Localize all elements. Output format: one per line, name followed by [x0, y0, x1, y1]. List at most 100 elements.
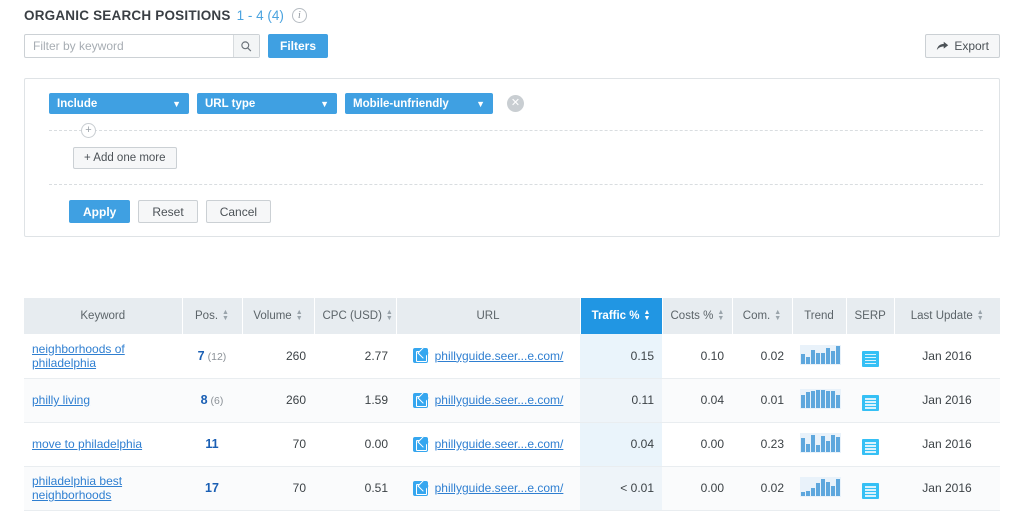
table-row: philadelphia best neighborhoods 17 700.51 p… — [24, 466, 1000, 510]
filter-divider-top — [49, 130, 983, 131]
cancel-button[interactable]: Cancel — [206, 200, 271, 223]
url-cell-wrap: phillyguide.seer...e.com/ — [404, 348, 572, 363]
serp-icon[interactable] — [862, 439, 879, 455]
cell-volume: 260 — [242, 378, 314, 422]
sort-arrows-icon[interactable]: ▲▼ — [717, 310, 724, 322]
column-header-keyword: Keyword — [24, 298, 182, 334]
column-header-trend: Trend — [792, 298, 846, 334]
cell-url: phillyguide.seer...e.com/ — [396, 334, 580, 378]
column-header-label: Keyword — [80, 310, 125, 322]
cell-costs: 0.00 — [662, 422, 732, 466]
result-count: 1 - 4 (4) — [237, 8, 284, 23]
url-link[interactable]: phillyguide.seer...e.com/ — [435, 437, 564, 451]
external-link-icon[interactable] — [413, 481, 428, 496]
filter-actions: Apply Reset Cancel — [69, 200, 271, 223]
column-header-label: Last Update — [911, 310, 973, 322]
column-header-costs[interactable]: Costs %▲▼ — [662, 298, 732, 334]
serp-icon[interactable] — [862, 483, 879, 499]
url-cell-wrap: phillyguide.seer...e.com/ — [404, 393, 572, 408]
url-link[interactable]: phillyguide.seer...e.com/ — [435, 481, 564, 495]
column-header-volume[interactable]: Volume▲▼ — [242, 298, 314, 334]
column-header-label: SERP — [855, 310, 886, 322]
cell-traffic: 0.11 — [580, 378, 662, 422]
table-row: philly living 8(6) 2601.59 phillyguide.seer… — [24, 378, 1000, 422]
trend-sparkline — [800, 477, 841, 497]
external-link-icon[interactable] — [413, 393, 428, 408]
reset-button[interactable]: Reset — [138, 200, 197, 223]
cell-serp — [846, 378, 894, 422]
position-value: 8 — [201, 393, 208, 407]
remove-filter-icon[interactable]: ✕ — [507, 95, 524, 112]
column-header-url: URL — [396, 298, 580, 334]
search-input[interactable] — [25, 35, 233, 57]
chevron-down-icon: ▼ — [172, 99, 181, 109]
panel-header: ORGANIC SEARCH POSITIONS 1 - 4 (4) i — [24, 8, 307, 23]
apply-button[interactable]: Apply — [69, 200, 130, 223]
column-header-updated[interactable]: Last Update ▲▼ — [894, 298, 1000, 334]
sort-arrows-icon[interactable]: ▲▼ — [774, 310, 781, 322]
info-icon[interactable]: i — [292, 8, 307, 23]
cell-last-update: Jan 2016 — [894, 422, 1000, 466]
column-header-com[interactable]: Com.▲▼ — [732, 298, 792, 334]
filters-button[interactable]: Filters — [268, 34, 328, 58]
position-value: 17 — [205, 481, 219, 495]
cell-position: 17 — [182, 466, 242, 510]
cell-cpc: 0.00 — [314, 422, 396, 466]
page-title: ORGANIC SEARCH POSITIONS — [24, 8, 231, 23]
cell-url: phillyguide.seer...e.com/ — [396, 378, 580, 422]
column-header-label: CPC (USD) — [323, 310, 382, 322]
cell-traffic: 0.04 — [580, 422, 662, 466]
column-header-pos[interactable]: Pos.▲▼ — [182, 298, 242, 334]
sort-arrows-icon[interactable]: ▲▼ — [222, 310, 229, 322]
cell-keyword: neighborhoods of philadelphia — [24, 334, 182, 378]
previous-position-value: (6) — [211, 395, 224, 407]
column-header-label: Costs % — [671, 310, 714, 322]
previous-position-value: (12) — [208, 351, 227, 363]
serp-icon[interactable] — [862, 395, 879, 411]
cell-cpc: 0.51 — [314, 466, 396, 510]
search-button[interactable] — [233, 35, 259, 57]
export-button[interactable]: Export — [925, 34, 1000, 58]
cell-cpc: 2.77 — [314, 334, 396, 378]
url-cell-wrap: phillyguide.seer...e.com/ — [404, 481, 572, 496]
plus-circle-icon[interactable]: + — [81, 123, 96, 138]
column-header-label: Traffic % — [592, 310, 640, 322]
sort-arrows-icon[interactable]: ▲▼ — [296, 310, 303, 322]
column-header-cpc[interactable]: CPC (USD) ▲▼ — [314, 298, 396, 334]
external-link-icon[interactable] — [413, 348, 428, 363]
keyword-link[interactable]: neighborhoods of philadelphia — [32, 342, 125, 370]
url-link[interactable]: phillyguide.seer...e.com/ — [435, 393, 564, 407]
cell-url: phillyguide.seer...e.com/ — [396, 422, 580, 466]
column-header-label: URL — [476, 310, 499, 322]
column-header-traffic[interactable]: Traffic % ▲▼ — [580, 298, 662, 334]
trend-sparkline — [800, 345, 841, 365]
filter-urltype-label: URL type — [205, 98, 302, 110]
url-link[interactable]: phillyguide.seer...e.com/ — [435, 349, 564, 363]
organic-search-positions-panel: ORGANIC SEARCH POSITIONS 1 - 4 (4) i Fil… — [0, 0, 1024, 528]
table-row: move to philadelphia11700.00phillyguide.… — [24, 422, 1000, 466]
filter-urltype-dropdown[interactable]: URL type ▼ — [197, 93, 337, 114]
cell-traffic: 0.15 — [580, 334, 662, 378]
filter-value-dropdown[interactable]: Mobile-unfriendly ▼ — [345, 93, 493, 114]
cell-cpc: 1.59 — [314, 378, 396, 422]
keyword-link[interactable]: philadelphia best neighborhoods — [32, 474, 122, 502]
cell-volume: 70 — [242, 422, 314, 466]
cell-competition: 0.02 — [732, 334, 792, 378]
cell-serp — [846, 466, 894, 510]
keyword-link[interactable]: move to philadelphia — [32, 437, 142, 451]
add-one-more-button[interactable]: + Add one more — [73, 147, 177, 169]
sort-arrows-icon[interactable]: ▲▼ — [644, 310, 651, 322]
filter-include-dropdown[interactable]: Include ▼ — [49, 93, 189, 114]
external-link-icon[interactable] — [413, 437, 428, 452]
sort-arrows-icon[interactable]: ▲▼ — [977, 310, 984, 322]
cell-costs: 0.00 — [662, 466, 732, 510]
cell-volume: 70 — [242, 466, 314, 510]
keyword-link[interactable]: philly living — [32, 393, 90, 407]
cell-serp — [846, 422, 894, 466]
serp-icon[interactable] — [862, 351, 879, 367]
sort-arrows-icon[interactable]: ▲▼ — [386, 310, 393, 322]
cell-traffic: < 0.01 — [580, 466, 662, 510]
trend-sparkline — [800, 433, 841, 453]
url-cell-wrap: phillyguide.seer...e.com/ — [404, 437, 572, 452]
position-value: 11 — [205, 437, 218, 451]
